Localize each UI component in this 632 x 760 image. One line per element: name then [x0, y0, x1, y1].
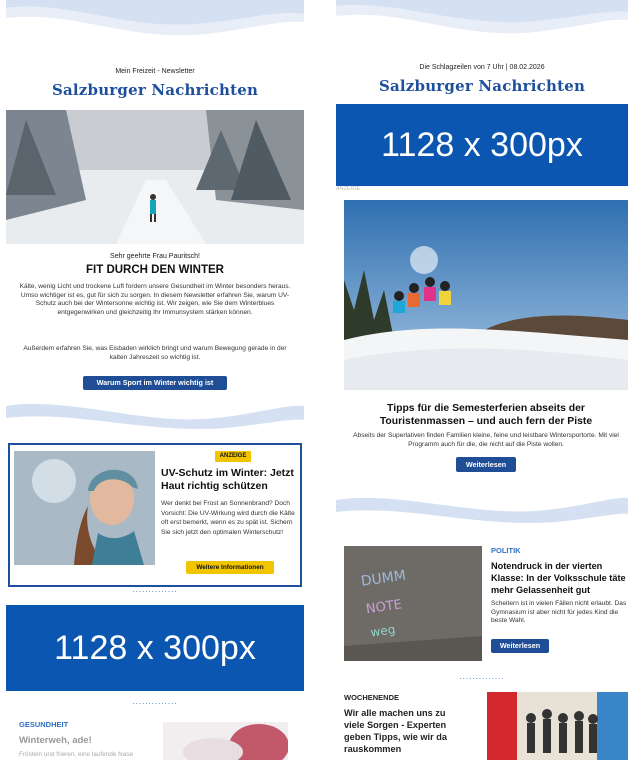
headline: FIT DURCH DEN WINTER: [86, 264, 224, 276]
separator-dots-2: ..............: [132, 697, 178, 706]
winter-runner-image[interactable]: [6, 110, 304, 244]
separator-dots: ..............: [132, 585, 178, 594]
politics-read-more-button[interactable]: Weiterlesen: [491, 639, 549, 653]
logo-right[interactable]: Salzburger Nachrichten: [336, 77, 628, 95]
top-wave: [6, 0, 304, 36]
health-image[interactable]: [163, 722, 288, 760]
politics-title[interactable]: Notendruck in der vierten Klasse: In der…: [491, 560, 628, 596]
chalk-drawing-image[interactable]: DUMM NOTE weg: [344, 546, 482, 661]
ad-box: ANZEIGE UV-Schutz im Winter: Jetzt Haut …: [8, 443, 302, 587]
health-teaser: Frösteln und frieren, eine laufende Nase: [19, 751, 134, 758]
intro-paragraph-1: Kälte, wenig Licht und trockene Luft for…: [19, 283, 291, 316]
snow-jump-image[interactable]: [344, 200, 628, 390]
health-title[interactable]: Winterweh, ade!: [19, 735, 92, 746]
greeting: Sehr geehrte Frau Pauritsch!: [110, 253, 200, 260]
ad-title[interactable]: UV-Schutz im Winter: Jetzt Haut richtig …: [161, 467, 295, 493]
banner-placeholder-right[interactable]: 1128 x 300px: [336, 104, 628, 186]
separator-dots-right: ..............: [459, 672, 505, 681]
politics-text: Scheitern ist in vielen Fällen nicht erl…: [491, 600, 627, 625]
divider-wave-right: [336, 497, 628, 532]
ad-text: Wer denkt bei Frost an Sonnenbrand? Doch…: [161, 500, 295, 536]
divider-wave: [6, 403, 304, 436]
weekend-title[interactable]: Wir alle machen uns zu viele Sorgen - Ex…: [344, 707, 468, 755]
newsletter-right: Die Schlagzeilen von 7 Uhr | 08.02.2026 …: [336, 0, 628, 760]
cta-button[interactable]: Warum Sport im Winter wichtig ist: [83, 376, 227, 390]
ad-label: ANZEIGE: [336, 186, 361, 192]
preheader-right: Die Schlagzeilen von 7 Uhr | 08.02.2026: [419, 64, 545, 71]
logo[interactable]: Salzburger Nachrichten: [6, 81, 304, 99]
section-label-health: GESUNDHEIT: [19, 720, 69, 729]
preheader: Mein Freizeit - Newsletter: [115, 68, 195, 75]
woman-winter-image[interactable]: [14, 451, 155, 565]
ad-badge: ANZEIGE: [215, 451, 251, 462]
section-label-politics: POLITIK: [491, 546, 521, 555]
ad-button[interactable]: Weitere Informationen: [186, 561, 274, 574]
banner-placeholder[interactable]: 1128 x 300px: [6, 605, 304, 691]
top-wave-right: [336, 0, 628, 34]
feature-text: Abseits der Superlativen finden Familien…: [353, 432, 619, 448]
intro-paragraph-2: Außerdem erfahren Sie, was Eisbaden wirk…: [23, 345, 287, 361]
section-label-weekend: WOCHENENDE: [344, 693, 400, 702]
newsletter-left: Mein Freizeit - Newsletter Salzburger Na…: [6, 0, 304, 760]
people-crowd-image[interactable]: [487, 692, 628, 760]
feature-title[interactable]: Tipps für die Semesterferien abseits der…: [344, 402, 628, 428]
feature-read-more-button[interactable]: Weiterlesen: [456, 457, 516, 472]
